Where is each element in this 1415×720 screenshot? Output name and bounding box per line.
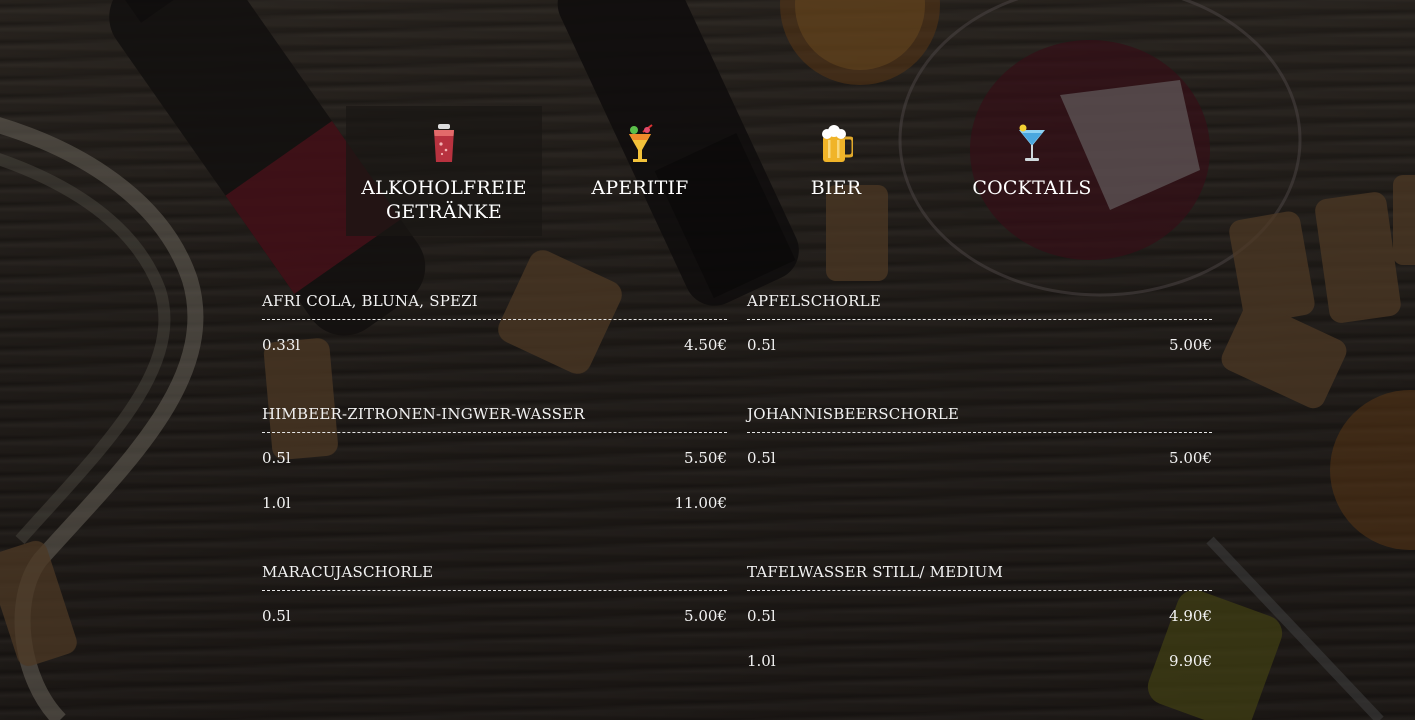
menu-item-name: TAFELWASSER STILL/ MEDIUM (747, 553, 1212, 591)
price-row: 0.5l 4.90€ (747, 591, 1212, 636)
price-label: 5.00€ (1169, 335, 1212, 354)
size-label: 1.0l (262, 493, 291, 512)
menu-item: TAFELWASSER STILL/ MEDIUM 0.5l 4.90€ 1.0… (747, 553, 1212, 681)
price-label: 9.90€ (1169, 651, 1212, 670)
soft-drink-icon (434, 124, 454, 162)
tab-bier[interactable]: BIER (738, 106, 934, 236)
tab-label: BIER (810, 177, 862, 199)
cocktail-glass-icon (1019, 124, 1045, 161)
size-label: 0.33l (262, 335, 301, 354)
price-row: 0.5l 5.50€ (262, 433, 727, 478)
size-label: 0.5l (747, 448, 776, 467)
price-label: 5.50€ (684, 448, 727, 467)
menu-item: HIMBEER-ZITRONEN-INGWER-WASSER 0.5l 5.50… (262, 395, 727, 523)
menu-item-name: AFRI COLA, BLUNA, SPEZI (262, 282, 727, 320)
size-label: 1.0l (747, 651, 776, 670)
menu-item: JOHANNISBEERSCHORLE 0.5l 5.00€ (747, 395, 1212, 523)
menu-column-right: APFELSCHORLE 0.5l 5.00€ JOHANNISBEERSCHO… (747, 282, 1212, 711)
tab-cocktails[interactable]: COCKTAILS (934, 106, 1130, 236)
menu-item-name: MARACUJASCHORLE (262, 553, 727, 591)
price-row: 1.0l 11.00€ (262, 478, 727, 523)
tab-alkoholfreie-getraenke[interactable]: ALKOHOLFREIE GETRÄNKE (346, 106, 542, 236)
tab-aperitif[interactable]: APERITIF (542, 106, 738, 236)
price-label: 4.90€ (1169, 606, 1212, 625)
beer-mug-icon (822, 125, 853, 162)
menu-item-name: HIMBEER-ZITRONEN-INGWER-WASSER (262, 395, 727, 433)
price-row: 0.5l 5.00€ (262, 591, 727, 636)
tab-label: ALKOHOLFREIE GETRÄNKE (361, 177, 527, 223)
price-label: 4.50€ (684, 335, 727, 354)
size-label: 0.5l (262, 448, 291, 467)
price-row: 0.33l 4.50€ (262, 320, 727, 365)
menu-item-name: JOHANNISBEERSCHORLE (747, 395, 1212, 433)
size-label: 0.5l (262, 606, 291, 625)
price-row: 0.5l 5.00€ (747, 433, 1212, 478)
menu-column-left: AFRI COLA, BLUNA, SPEZI 0.33l 4.50€ HIMB… (262, 282, 727, 666)
menu-item-name: APFELSCHORLE (747, 282, 1212, 320)
price-label: 5.00€ (684, 606, 727, 625)
price-label: 5.00€ (1169, 448, 1212, 467)
menu-item: APFELSCHORLE 0.5l 5.00€ (747, 282, 1212, 365)
tab-label: APERITIF (591, 177, 689, 199)
price-label: 11.00€ (674, 493, 728, 512)
price-row: 1.0l 9.90€ (747, 636, 1212, 681)
menu-item: MARACUJASCHORLE 0.5l 5.00€ (262, 553, 727, 636)
menu-item: AFRI COLA, BLUNA, SPEZI 0.33l 4.50€ (262, 282, 727, 365)
drink-category-tabs: ALKOHOLFREIE GETRÄNKE APERITIF BIER COCK… (346, 106, 1126, 236)
size-label: 0.5l (747, 335, 776, 354)
size-label: 0.5l (747, 606, 776, 625)
tropical-drink-icon (629, 124, 653, 162)
tab-label: COCKTAILS (972, 177, 1092, 199)
price-row: 0.5l 5.00€ (747, 320, 1212, 365)
